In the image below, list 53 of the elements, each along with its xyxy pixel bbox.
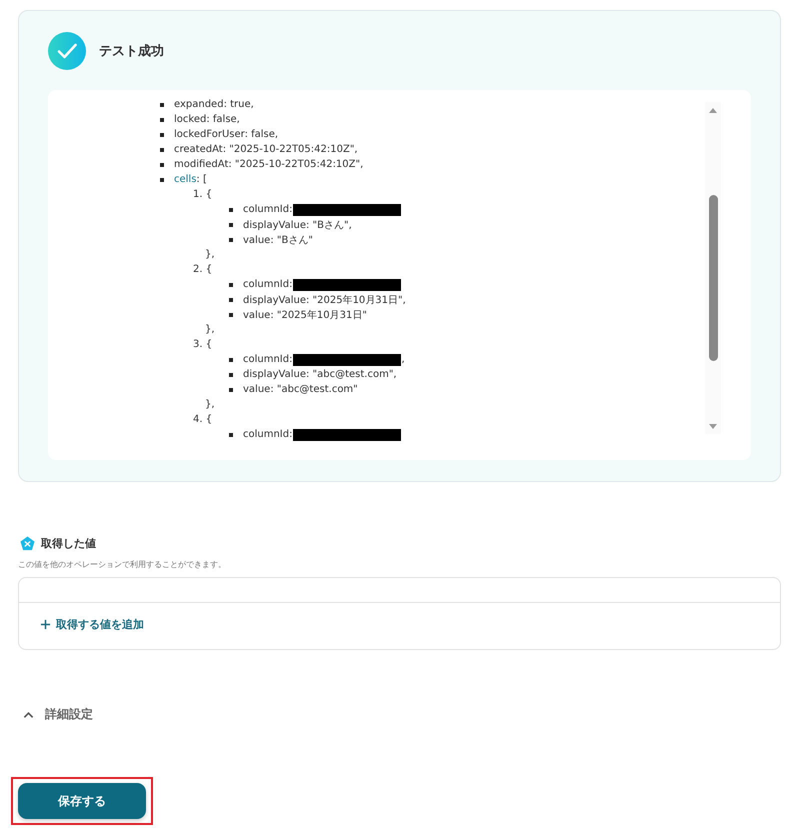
scrollbar[interactable] (705, 102, 721, 434)
bullet-icon (160, 148, 164, 152)
bullet-icon (160, 102, 164, 106)
bullet-icon (160, 178, 164, 182)
code-line: value: "Bさん" (243, 234, 313, 246)
code-line: createdAt: "2025-10-22T05:42:10Z", (174, 144, 358, 155)
code-line: columnId: (243, 429, 292, 440)
bullet-icon (229, 372, 233, 376)
code-line: , (401, 354, 405, 365)
check-icon (48, 32, 86, 70)
code-line: displayValue: "2025年10月31日", (243, 294, 406, 306)
code-line: }, (205, 399, 215, 410)
bullet-icon (229, 312, 233, 316)
bullet-icon (160, 132, 164, 136)
code-line: displayValue: "abc@test.com", (243, 369, 397, 380)
code-line: displayValue: "Bさん", (243, 218, 352, 232)
code-line: locked: false, (174, 114, 240, 125)
bullet-icon (160, 162, 164, 166)
variable-icon (20, 536, 35, 551)
code-line: 4. { (193, 414, 212, 425)
bullet-icon (229, 282, 233, 286)
code-line: modifiedAt: "2025-10-22T05:42:10Z", (174, 159, 364, 170)
code-line: 3. { (193, 339, 212, 350)
code-line: value: "2025年10月31日" (243, 308, 367, 322)
code-line: columnId: (243, 279, 292, 290)
section-description: この値を他のオペレーションで利用することができます。 (18, 559, 227, 570)
result-title: テスト成功 (99, 43, 164, 60)
advanced-settings-toggle[interactable]: 詳細設定 (23, 706, 93, 723)
code-line: columnId: (243, 204, 292, 215)
bullet-icon (229, 208, 233, 212)
bullet-icon (229, 388, 233, 392)
code-line: cells: [ (174, 174, 207, 185)
code-line: 1. { (193, 189, 212, 200)
bullet-icon (160, 118, 164, 122)
section-title: 取得した値 (41, 536, 96, 551)
plus-icon (40, 619, 51, 630)
bullet-icon (229, 222, 233, 226)
add-value-button[interactable]: 取得する値を追加 (40, 617, 144, 632)
bullet-icon (229, 238, 233, 242)
code-line: columnId: (243, 354, 292, 365)
code-line: 2. { (193, 264, 212, 275)
code-line: }, (205, 249, 215, 260)
bullet-icon (229, 298, 233, 302)
bullet-icon (229, 358, 233, 362)
code-line: lockedForUser: false, (174, 129, 278, 140)
scroll-up-icon[interactable] (708, 107, 718, 113)
save-button[interactable]: 保存する (18, 783, 146, 819)
bullet-icon (229, 432, 233, 436)
code-line: }, (205, 324, 215, 335)
code-line: expanded: true, (174, 99, 254, 110)
code-line: value: "abc@test.com" (243, 384, 358, 395)
caret-icon (23, 710, 34, 718)
scroll-down-icon[interactable] (708, 424, 718, 430)
